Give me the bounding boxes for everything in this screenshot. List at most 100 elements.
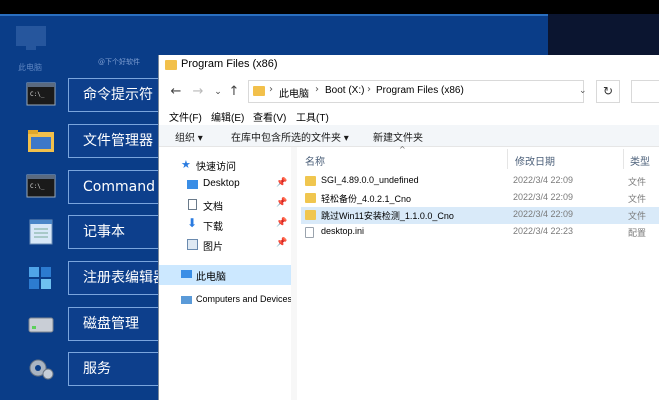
column-divider[interactable]	[623, 149, 624, 169]
desktop-label-this-pc: 此电脑	[18, 63, 42, 72]
computer-icon	[16, 26, 46, 50]
launcher-item-services[interactable]: 服务	[18, 352, 178, 392]
launcher-item-disk[interactable]: 磁盘管理	[18, 307, 178, 347]
launcher-item-file-manager[interactable]: 文件管理器	[18, 124, 178, 164]
nav-desktop[interactable]: Desktop 📌	[159, 175, 291, 195]
settings-file-icon	[305, 227, 314, 238]
up-arrow-icon[interactable]: ↑	[225, 83, 243, 101]
new-folder-button[interactable]: 新建文件夹	[373, 129, 423, 144]
svg-text:C:\_: C:\_	[30, 91, 45, 98]
documents-icon	[188, 199, 197, 210]
nav-downloads[interactable]: ⬇ 下载 📌	[159, 215, 291, 235]
computer-icon	[181, 270, 192, 278]
nav-label: 文档	[203, 202, 223, 213]
folder-icon	[28, 130, 54, 152]
address-bar[interactable]: › 此电脑 › Boot (X:) › Program Files (x86)	[248, 80, 584, 103]
file-row[interactable]: SGI_4.89.0.0_undefined 2022/3/4 22:09 文件	[301, 173, 659, 190]
breadcrumb-boot[interactable]: Boot (X:)	[325, 85, 364, 96]
launcher-item-command-prompt[interactable]: C:\_ Command Prompt	[18, 170, 178, 210]
navigation-pane: ★ 快速访问 Desktop 📌 文档 📌 ⬇ 下载 📌 图片 📌 此电脑 Co…	[159, 147, 293, 400]
menu-bar: 文件(F) 编辑(E) 查看(V) 工具(T)	[159, 107, 659, 125]
window-title: Program Files (x86)	[181, 58, 278, 70]
folder-icon	[305, 210, 316, 220]
folder-icon	[305, 176, 316, 186]
menu-view[interactable]: 查看(V)	[253, 109, 286, 124]
file-type: 文件	[628, 194, 647, 204]
address-dropdown-icon[interactable]: ⌄	[579, 86, 587, 96]
menu-file[interactable]: 文件(F)	[169, 109, 202, 124]
registry-icon	[29, 267, 51, 289]
pin-icon[interactable]: 📌	[276, 218, 287, 228]
file-name: 轻松备份_4.0.2.1_Cno	[321, 194, 412, 204]
explorer-window[interactable]: Program Files (x86) ← → ⌄ ↑ › 此电脑 › Boot…	[158, 55, 659, 400]
nav-quick-access[interactable]: ★ 快速访问	[159, 155, 291, 175]
file-date: 2022/3/4 22:09	[513, 175, 574, 185]
back-arrow-icon[interactable]: ←	[167, 83, 185, 101]
watermark: @下个好软件	[98, 58, 140, 66]
file-type: 配置	[628, 228, 647, 238]
nav-label: Computers and Devices	[196, 294, 293, 304]
chevron-right-icon: ›	[367, 84, 371, 95]
file-row[interactable]: 轻松备份_4.0.2.1_Cno 2022/3/4 22:09 文件	[301, 190, 659, 207]
column-header-name[interactable]: 名称	[305, 153, 325, 168]
disk-icon	[28, 317, 54, 333]
file-name: 跳过Win11安装检测_1.1.0.0_Cno	[321, 211, 454, 221]
nav-label: 快速访问	[196, 162, 236, 173]
nav-label: Desktop	[203, 178, 240, 189]
nav-label: 下载	[203, 222, 223, 233]
nav-pictures[interactable]: 图片 📌	[159, 235, 291, 255]
chevron-right-icon: ›	[315, 84, 319, 95]
cmd-icon: C:\_	[26, 174, 56, 198]
breadcrumb-this-pc[interactable]: 此电脑	[279, 85, 309, 100]
desktop-icon	[187, 180, 198, 189]
menu-edit[interactable]: 编辑(E)	[211, 109, 244, 124]
screen: 此电脑 @下个好软件 C:\_ 命令提示符 文件管理器 C:\_ Command…	[0, 0, 659, 400]
pin-icon[interactable]: 📌	[276, 238, 287, 248]
launcher-item-notepad[interactable]: 记事本	[18, 215, 178, 255]
organize-button[interactable]: 组织 ▾	[175, 129, 203, 144]
svg-text:C:\_: C:\_	[30, 183, 45, 190]
file-name: desktop.ini	[321, 226, 365, 236]
nav-documents[interactable]: 文档 📌	[159, 195, 291, 215]
file-row[interactable]: desktop.ini 2022/3/4 22:23 配置	[301, 224, 659, 241]
desktop-top-border	[0, 14, 548, 16]
include-in-library-button[interactable]: 在库中包含所选的文件夹 ▾	[231, 129, 349, 144]
file-date: 2022/3/4 22:09	[513, 209, 574, 219]
folder-icon	[253, 86, 265, 96]
cmd-icon: C:\_	[26, 82, 56, 106]
column-header-date[interactable]: 修改日期	[515, 153, 555, 168]
chevron-right-icon: ›	[269, 84, 273, 95]
network-icon	[181, 296, 192, 304]
nav-this-pc[interactable]: 此电脑	[159, 265, 291, 285]
launcher-item-registry[interactable]: 注册表编辑器	[18, 261, 178, 301]
pin-icon[interactable]: 📌	[276, 198, 287, 208]
file-row[interactable]: 跳过Win11安装检测_1.1.0.0_Cno 2022/3/4 22:09 文…	[301, 207, 659, 224]
forward-arrow-icon[interactable]: →	[189, 83, 207, 101]
file-date: 2022/3/4 22:23	[513, 226, 574, 236]
pictures-icon	[187, 239, 198, 250]
title-bar[interactable]: Program Files (x86)	[159, 55, 659, 77]
sort-ascending-icon: ^	[399, 145, 406, 154]
nav-network[interactable]: Computers and Devices	[159, 291, 293, 311]
column-header-type[interactable]: 类型	[630, 153, 650, 168]
pin-icon[interactable]: 📌	[276, 178, 287, 188]
command-bar: 组织 ▾ 在库中包含所选的文件夹 ▾ 新建文件夹	[159, 125, 659, 147]
file-list: ^ 名称 修改日期 类型 SGI_4.89.0.0_undefined 2022…	[297, 145, 659, 400]
file-name: SGI_4.89.0.0_undefined	[321, 175, 419, 185]
file-date: 2022/3/4 22:09	[513, 192, 574, 202]
folder-icon	[305, 193, 316, 203]
folder-icon	[165, 60, 177, 70]
navigation-bar: ← → ⌄ ↑ › 此电脑 › Boot (X:) › Program File…	[159, 77, 659, 107]
menu-tools[interactable]: 工具(T)	[296, 109, 329, 124]
breadcrumb-program-files[interactable]: Program Files (x86)	[376, 85, 464, 96]
file-type: 文件	[628, 177, 647, 187]
services-icon	[29, 359, 54, 380]
search-input[interactable]	[631, 80, 659, 103]
column-divider[interactable]	[507, 149, 508, 169]
file-type: 文件	[628, 211, 647, 221]
refresh-icon[interactable]: ↻	[596, 80, 620, 103]
download-icon: ⬇	[187, 216, 198, 230]
star-icon: ★	[181, 158, 191, 171]
nav-label: 图片	[203, 242, 223, 253]
launcher-item-cmd[interactable]: C:\_ 命令提示符	[18, 78, 178, 118]
